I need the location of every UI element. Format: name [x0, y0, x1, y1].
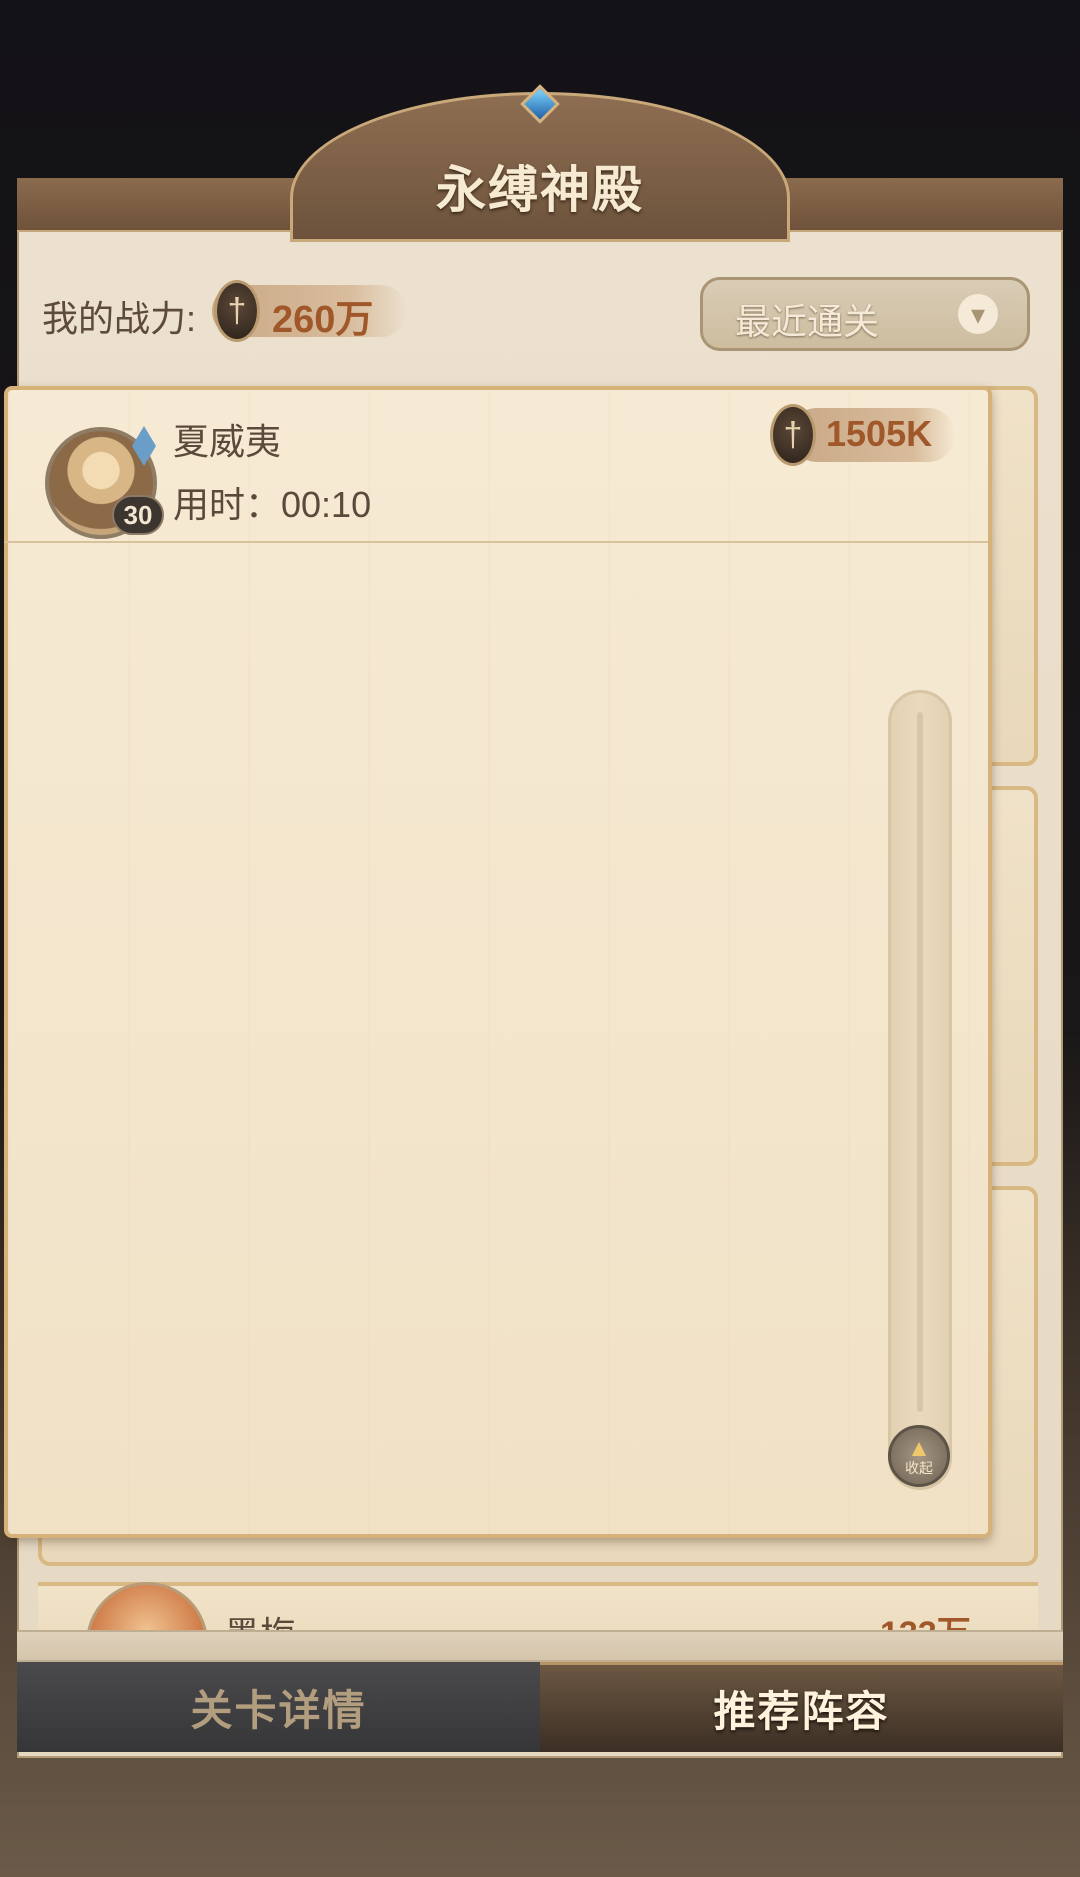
- power-value: 260万: [272, 299, 374, 341]
- page-title: 永缚神殿: [436, 160, 644, 219]
- scrollbar-groove: [917, 712, 923, 1412]
- expanded-team-card: [4, 386, 992, 1538]
- power-label: 我的战力:: [42, 298, 197, 339]
- level-badge: 30: [112, 495, 164, 535]
- sword-icon: †: [770, 404, 816, 466]
- divider: [4, 541, 988, 543]
- time-label: 用时：: [173, 484, 282, 525]
- collapse-button[interactable]: ▲ 收起: [888, 1425, 950, 1487]
- collapse-arrow-icon: ▲: [907, 1435, 931, 1462]
- time-value: 00:10: [281, 484, 372, 525]
- sort-label: 最近通关: [735, 301, 880, 342]
- combat-power-value: 1505K: [826, 413, 933, 454]
- chevron-down-icon[interactable]: ▾: [958, 294, 998, 334]
- player-name: 夏威夷: [173, 421, 282, 462]
- panel-bottom-edge: [17, 1630, 1063, 1662]
- collapse-label: 收起: [905, 1460, 933, 1476]
- tab-recommended-lineup[interactable]: 推荐阵容: [540, 1662, 1063, 1752]
- sword-icon: †: [214, 280, 260, 342]
- tab-stage-details[interactable]: 关卡详情: [17, 1662, 540, 1752]
- clear-time: 用时：00:10: [173, 476, 371, 528]
